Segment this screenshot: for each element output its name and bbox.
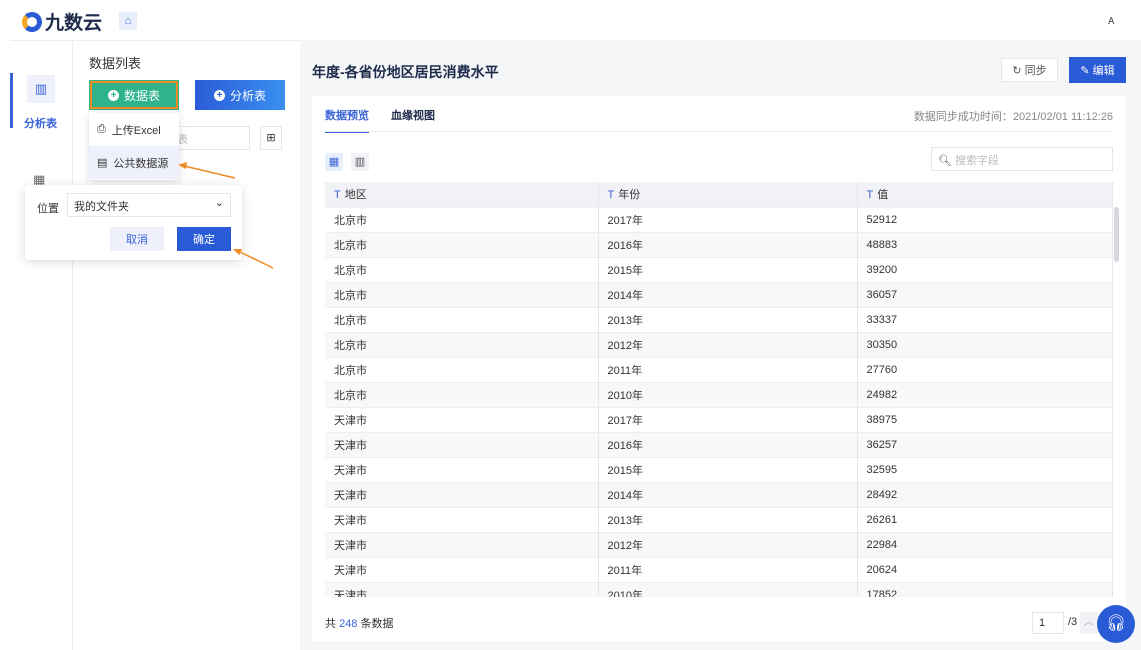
table-cell: 39200 <box>857 256 1113 282</box>
table-cell: 2013年 <box>598 506 858 532</box>
table-cell: 33337 <box>857 306 1113 332</box>
column-header[interactable]: T 地区 <box>325 182 599 207</box>
table-cell: 2016年 <box>598 231 858 257</box>
table-cell: 22984 <box>857 531 1113 557</box>
search-icon: 🔍︎ <box>938 155 956 167</box>
table-row[interactable]: 北京市 2010年 24982 <box>325 381 1113 407</box>
table-cell: 2010年 <box>598 581 858 597</box>
table-cell: 38975 <box>857 406 1113 432</box>
table-cell: 天津市 <box>325 531 599 557</box>
table-row[interactable]: 北京市 2012年 30350 <box>325 331 1113 357</box>
table-cell: 北京市 <box>325 206 599 232</box>
table-cell: 27760 <box>857 356 1113 382</box>
table-cell: 17852 <box>857 581 1113 597</box>
table-row[interactable]: 北京市 2013年 33337 <box>325 306 1113 332</box>
table-cell: 2010年 <box>598 381 858 407</box>
table-cell: 天津市 <box>325 481 599 507</box>
table-cell: 天津市 <box>325 456 599 482</box>
table-cell: 天津市 <box>325 581 599 597</box>
page-input[interactable]: 1 <box>1032 612 1064 634</box>
sync-time: 数据同步成功时间：2021/02/01 11:12:26 <box>913 111 1113 123</box>
table-cell: 天津市 <box>325 431 599 457</box>
table-cell: 48883 <box>857 231 1113 257</box>
sync-button[interactable]: ↻ 同步 <box>1001 58 1058 82</box>
table-row[interactable]: 北京市 2014年 36057 <box>325 281 1113 307</box>
table-row[interactable]: 天津市 2016年 36257 <box>325 431 1113 457</box>
table-row[interactable]: 北京市 2015年 39200 <box>325 256 1113 282</box>
layout-view-icon[interactable]: ▥ <box>351 153 369 171</box>
table-cell: 32595 <box>857 456 1113 482</box>
table-cell: 2014年 <box>598 481 858 507</box>
table-row[interactable]: 天津市 2015年 32595 <box>325 456 1113 482</box>
table-cell: 北京市 <box>325 281 599 307</box>
table-row[interactable]: 天津市 2010年 17852 <box>325 581 1113 597</box>
page-title: 年度-各省份地区居民消费水平 <box>312 64 499 80</box>
column-header[interactable]: T值 <box>857 182 1113 207</box>
table-row[interactable]: 北京市 2011年 27760 <box>325 356 1113 382</box>
column-header[interactable]: T 年份 <box>598 182 858 207</box>
grid-view-icon[interactable]: ▦ <box>325 153 343 171</box>
tab-lineage[interactable]: 血缘视图 <box>391 107 435 123</box>
table-cell: 2017年 <box>598 406 858 432</box>
table-cell: 26261 <box>857 506 1113 532</box>
table-cell: 2013年 <box>598 306 858 332</box>
edit-icon: ✎ <box>1080 65 1093 77</box>
table-cell: 2012年 <box>598 331 858 357</box>
table-cell: 北京市 <box>325 231 599 257</box>
table-row[interactable]: 天津市 2011年 20624 <box>325 556 1113 582</box>
table-cell: 28492 <box>857 481 1113 507</box>
table-row[interactable]: 天津市 2017年 38975 <box>325 406 1113 432</box>
table-cell: 2011年 <box>598 356 858 382</box>
table-cell: 2016年 <box>598 431 858 457</box>
scrollbar[interactable] <box>1114 207 1119 262</box>
table-cell: 北京市 <box>325 381 599 407</box>
table-cell: 北京市 <box>325 356 599 382</box>
sync-icon: ↻ <box>1012 65 1025 77</box>
data-table: T 地区 T 年份 T值 北京市 2017年 52912 北京市 2016年 48883 北京市… <box>325 182 1113 597</box>
table-cell: 52912 <box>857 206 1113 232</box>
table-row[interactable]: 天津市 2012年 22984 <box>325 531 1113 557</box>
table-cell: 2017年 <box>598 206 858 232</box>
table-cell: 天津市 <box>325 506 599 532</box>
table-cell: 北京市 <box>325 306 599 332</box>
customer-service-button[interactable]: 🎧︎ <box>1097 605 1135 643</box>
edit-button[interactable]: ✎ 编辑 <box>1069 57 1126 83</box>
table-cell: 36257 <box>857 431 1113 457</box>
tab-data-preview[interactable]: 数据预览 <box>325 107 369 133</box>
tab-divider <box>325 131 1113 132</box>
table-cell: 天津市 <box>325 556 599 582</box>
table-cell: 2012年 <box>598 531 858 557</box>
table-cell: 2015年 <box>598 456 858 482</box>
table-cell: 北京市 <box>325 256 599 282</box>
record-count: 共 248 条数据 <box>325 618 394 630</box>
field-search-input[interactable]: 🔍︎ 搜索字段 <box>931 147 1113 171</box>
table-row[interactable]: 天津市 2014年 28492 <box>325 481 1113 507</box>
table-cell: 2014年 <box>598 281 858 307</box>
table-cell: 北京市 <box>325 331 599 357</box>
table-cell: 2011年 <box>598 556 858 582</box>
table-row[interactable]: 北京市 2017年 52912 <box>325 206 1113 232</box>
table-cell: 天津市 <box>325 406 599 432</box>
table-cell: 30350 <box>857 331 1113 357</box>
table-cell: 36057 <box>857 281 1113 307</box>
table-cell: 24982 <box>857 381 1113 407</box>
table-row[interactable]: 北京市 2016年 48883 <box>325 231 1113 257</box>
prev-page-button[interactable]: ︿ <box>1080 612 1098 634</box>
table-cell: 20624 <box>857 556 1113 582</box>
table-row[interactable]: 天津市 2013年 26261 <box>325 506 1113 532</box>
table-cell: 2015年 <box>598 256 858 282</box>
total-pages: /3 <box>1068 616 1078 628</box>
